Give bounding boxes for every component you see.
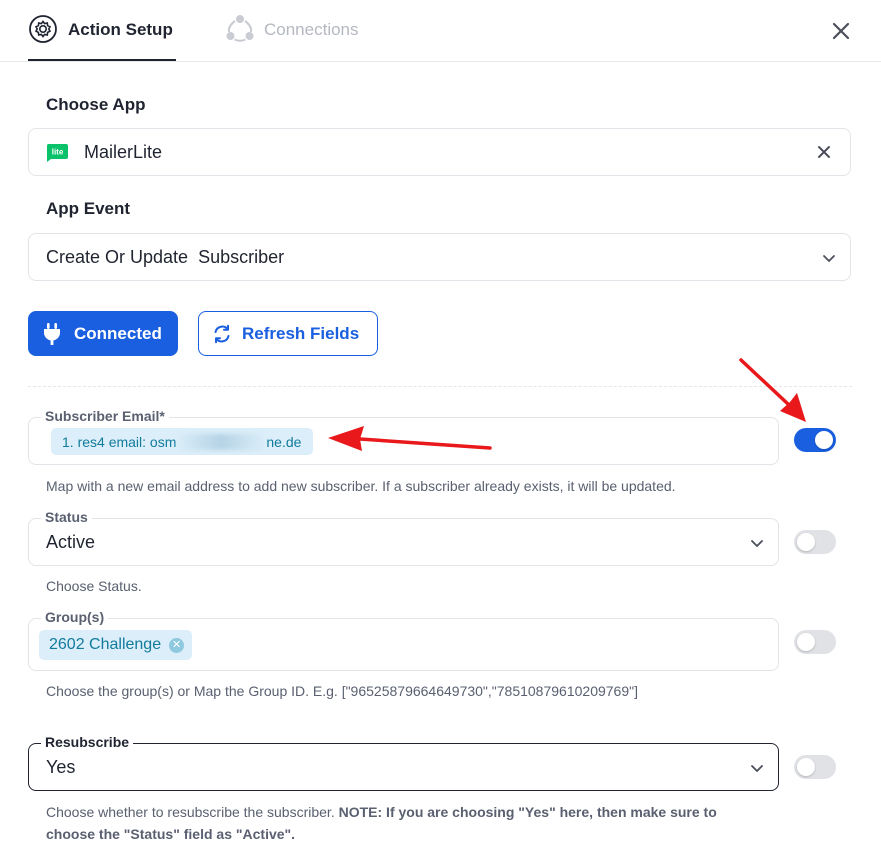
refresh-icon: [214, 324, 230, 343]
chip-text-suffix: ne.de: [266, 433, 302, 450]
tab-bar: Action Setup Connections: [0, 0, 881, 62]
mapped-email-chip[interactable]: 1. res4 email: osm ne.de: [51, 428, 314, 455]
toggle-knob: [797, 633, 815, 651]
group-chip-label: 2602 Challenge: [49, 636, 162, 653]
mailerlite-logo-icon: lite: [45, 143, 69, 168]
connections-icon: [226, 14, 254, 44]
choose-app-value: MailerLite: [84, 142, 163, 162]
app-event-select[interactable]: Create Or Update Subscriber: [28, 233, 851, 281]
chevron-down-icon: [823, 255, 835, 262]
resubscribe-select[interactable]: Resubscribe Yes: [28, 733, 779, 791]
app-event-value: Create Or Update Subscriber: [46, 247, 285, 267]
refresh-fields-button[interactable]: Refresh Fields: [198, 311, 378, 356]
status-help: Choose Status.: [46, 578, 142, 594]
svg-text:lite: lite: [52, 148, 64, 157]
status-label: Status: [41, 508, 92, 526]
resubscribe-toggle[interactable]: [794, 755, 836, 779]
plug-icon: [44, 322, 60, 345]
tab-label: Connections: [264, 20, 359, 39]
status-select[interactable]: Status Active: [28, 508, 779, 566]
toggle-knob: [797, 533, 815, 551]
tab-action-setup[interactable]: Action Setup: [28, 14, 176, 61]
groups-field[interactable]: Group(s) 2602 Challenge ✕: [28, 608, 779, 671]
tab-label: Action Setup: [68, 20, 173, 39]
connected-button[interactable]: Connected: [28, 311, 178, 356]
choose-app-select[interactable]: lite MailerLite: [28, 128, 851, 176]
close-icon: [832, 22, 850, 40]
subscriber-email-label: Subscriber Email*: [41, 407, 169, 425]
choose-app-label: Choose App: [46, 95, 146, 114]
tab-connections[interactable]: Connections: [226, 14, 359, 61]
status-value: Active: [46, 532, 96, 552]
group-chip[interactable]: 2602 Challenge ✕: [39, 630, 193, 660]
app-event-label: App Event: [46, 199, 131, 218]
annotation-arrow-down-icon: [739, 358, 806, 422]
close-icon: [818, 146, 830, 158]
chevron-down-icon: [751, 540, 763, 547]
resubscribe-value: Yes: [46, 757, 76, 777]
connected-label: Connected: [74, 323, 162, 343]
resubscribe-label: Resubscribe: [41, 733, 134, 751]
chip-text-prefix: 1. res4 email: osm: [62, 433, 177, 450]
close-button[interactable]: [830, 20, 852, 42]
annotation-arrow-left-icon: [328, 426, 492, 451]
gear-icon: [28, 14, 58, 44]
help-text: Choose whether to resubscribe the subscr…: [46, 804, 339, 820]
redacted-blur: [176, 433, 267, 450]
remove-chip-icon[interactable]: ✕: [169, 637, 185, 653]
subscriber-email-toggle[interactable]: [794, 428, 836, 452]
clear-app-button[interactable]: [817, 145, 831, 159]
refresh-fields-label: Refresh Fields: [242, 323, 360, 343]
divider: [28, 386, 852, 387]
groups-help: Choose the group(s) or Map the Group ID.…: [46, 683, 638, 699]
status-toggle[interactable]: [794, 530, 836, 554]
resubscribe-help: Choose whether to resubscribe the subscr…: [46, 801, 766, 845]
groups-label: Group(s): [41, 608, 109, 626]
toggle-knob: [797, 758, 815, 776]
groups-toggle[interactable]: [794, 630, 836, 654]
toggle-knob: [815, 431, 833, 449]
subscriber-email-help: Map with a new email address to add new …: [46, 478, 676, 494]
chevron-down-icon: [751, 765, 763, 772]
